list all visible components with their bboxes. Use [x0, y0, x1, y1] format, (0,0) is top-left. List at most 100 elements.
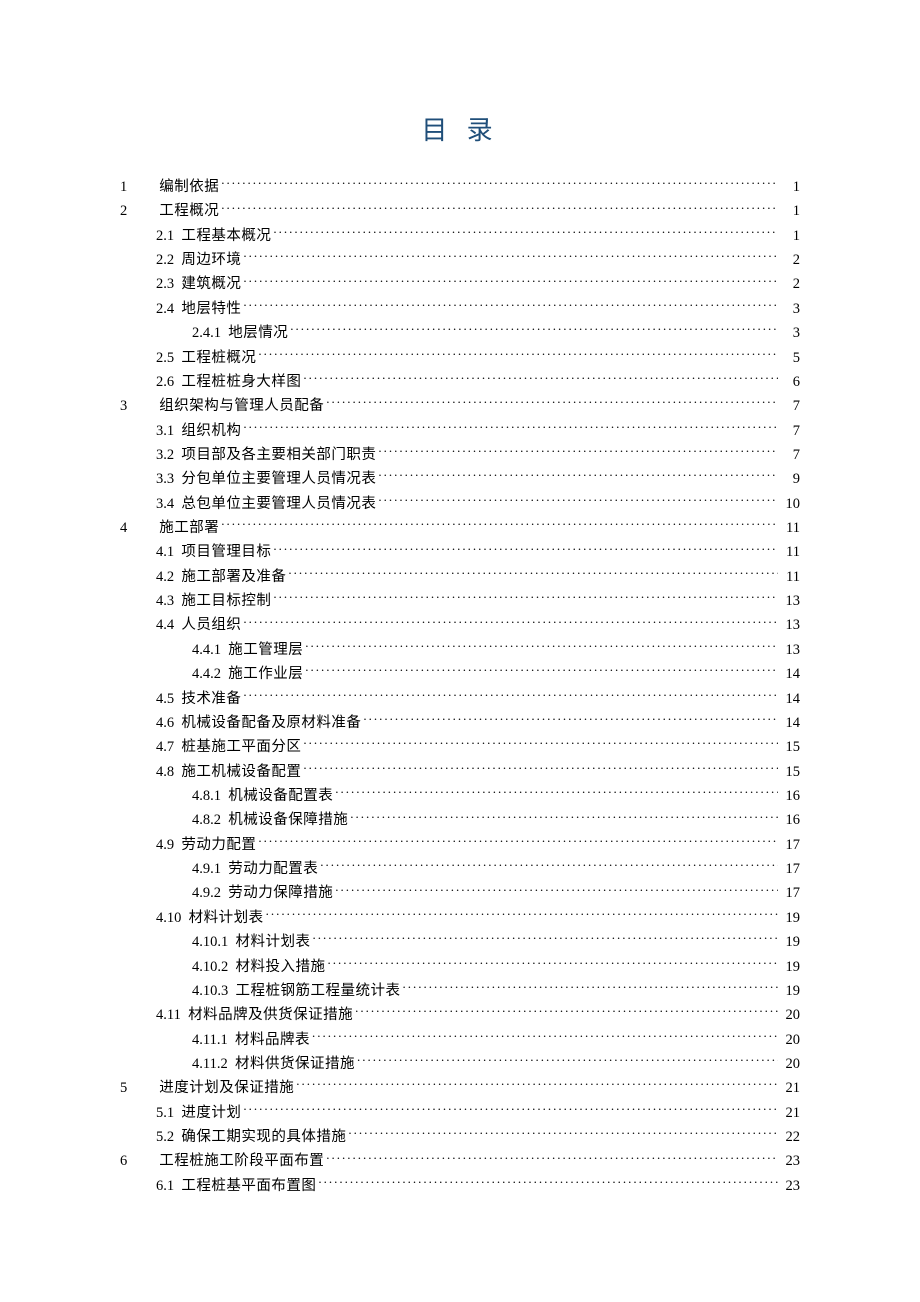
toc-leader-dots: [350, 810, 778, 825]
toc-leader-dots: [273, 591, 778, 606]
toc-entry-page: 14: [780, 711, 800, 735]
toc-entry[interactable]: 4.4 人员组织13: [120, 613, 800, 637]
toc-entry-page: 14: [780, 687, 800, 711]
toc-entry[interactable]: 4.8.1 机械设备配置表16: [120, 784, 800, 808]
toc-entry[interactable]: 2.4 地层特性3: [120, 297, 800, 321]
toc-entry-label: 施工目标控制: [181, 589, 271, 613]
toc-entry-label: 项目部及各主要相关部门职责: [181, 443, 376, 467]
toc-entry-label: 工程桩概况: [181, 346, 256, 370]
toc-entry-label: 材料品牌表: [235, 1028, 310, 1052]
toc-entry-page: 2: [780, 248, 800, 272]
toc-entry-page: 23: [780, 1174, 800, 1198]
toc-entry-number: 4.11: [156, 1003, 181, 1027]
toc-entry-number: 5.2: [156, 1125, 174, 1149]
toc-leader-dots: [290, 323, 778, 338]
toc-leader-dots: [318, 1175, 778, 1190]
toc-entry[interactable]: 3.1 组织机构7: [120, 419, 800, 443]
toc-entry-page: 13: [780, 613, 800, 637]
toc-entry-page: 15: [780, 735, 800, 759]
toc-entry[interactable]: 4.8 施工机械设备配置15: [120, 760, 800, 784]
toc-entry-label: 施工部署: [159, 516, 219, 540]
toc-list: 1 编制依据12 工程概况12.1 工程基本概况12.2 周边环境 22.3 建筑…: [120, 175, 800, 1198]
toc-entry-number: 2.1: [156, 224, 174, 248]
toc-entry[interactable]: 4.4.2 施工作业层14: [120, 662, 800, 686]
toc-entry-label: 工程概况: [159, 199, 219, 223]
toc-entry-page: 1: [780, 175, 800, 199]
toc-leader-dots: [258, 347, 778, 362]
toc-entry[interactable]: 2.4.1 地层情况3: [120, 321, 800, 345]
toc-entry[interactable]: 1 编制依据1: [120, 175, 800, 199]
toc-entry[interactable]: 3.4 总包单位主要管理人员情况表10: [120, 492, 800, 516]
toc-entry-number: 4.5: [156, 687, 174, 711]
toc-entry-label: 技术准备: [181, 687, 241, 711]
toc-entry[interactable]: 4.7 桩基施工平面分区15: [120, 735, 800, 759]
toc-entry[interactable]: 4.9.1 劳动力配置表17: [120, 857, 800, 881]
toc-entry-number: 2.6: [156, 370, 174, 394]
toc-entry-page: 17: [780, 857, 800, 881]
toc-entry[interactable]: 4.9.2 劳动力保障措施17: [120, 881, 800, 905]
toc-entry[interactable]: 4.10.3 工程桩钢筋工程量统计表19: [120, 979, 800, 1003]
toc-entry[interactable]: 3.3 分包单位主要管理人员情况表9: [120, 467, 800, 491]
toc-entry[interactable]: 2.2 周边环境 2: [120, 248, 800, 272]
toc-entry[interactable]: 4.2 施工部署及准备11: [120, 565, 800, 589]
toc-entry-number: 2.2: [156, 248, 174, 272]
toc-entry[interactable]: 2.1 工程基本概况1: [120, 224, 800, 248]
toc-entry[interactable]: 4.4.1 施工管理层13: [120, 638, 800, 662]
toc-entry-label: 进度计划: [181, 1101, 241, 1125]
toc-leader-dots: [335, 883, 778, 898]
toc-entry-label: 材料计划表: [189, 906, 264, 930]
toc-entry-page: 13: [780, 638, 800, 662]
toc-entry-label: 劳动力配置: [181, 833, 256, 857]
toc-entry[interactable]: 4.10 材料计划表19: [120, 906, 800, 930]
toc-leader-dots: [357, 1053, 778, 1068]
toc-entry-number: 4.4: [156, 613, 174, 637]
toc-entry[interactable]: 4.10.1 材料计划表19: [120, 930, 800, 954]
toc-entry[interactable]: 4 施工部署11: [120, 516, 800, 540]
toc-entry[interactable]: 6.1 工程桩基平面布置图23: [120, 1174, 800, 1198]
toc-entry[interactable]: 4.10.2 材料投入措施19: [120, 955, 800, 979]
toc-entry[interactable]: 2 工程概况1: [120, 199, 800, 223]
toc-entry[interactable]: 4.5 技术准备 14: [120, 687, 800, 711]
toc-leader-dots: [243, 250, 778, 265]
toc-entry-label: 确保工期实现的具体措施: [181, 1125, 346, 1149]
toc-entry[interactable]: 2.3 建筑概况2: [120, 272, 800, 296]
toc-entry[interactable]: 4.3 施工目标控制13: [120, 589, 800, 613]
toc-leader-dots: [273, 225, 778, 240]
toc-leader-dots: [305, 664, 778, 679]
toc-entry-page: 15: [780, 760, 800, 784]
toc-entry[interactable]: 4.11.2 材料供货保证措施20: [120, 1052, 800, 1076]
toc-entry-page: 17: [780, 881, 800, 905]
toc-entry[interactable]: 3 组织架构与管理人员配备7: [120, 394, 800, 418]
toc-entry[interactable]: 4.1 项目管理目标11: [120, 540, 800, 564]
toc-entry[interactable]: 4.6 机械设备配备及原材料准备14: [120, 711, 800, 735]
toc-entry-number: 4.11.2: [192, 1052, 228, 1076]
toc-entry-label: 劳动力配置表: [228, 857, 318, 881]
toc-entry[interactable]: 5.2 确保工期实现的具体措施22: [120, 1125, 800, 1149]
toc-entry-page: 11: [780, 540, 800, 564]
toc-leader-dots: [363, 712, 778, 727]
toc-entry[interactable]: 4.11 材料品牌及供货保证措施20: [120, 1003, 800, 1027]
toc-entry[interactable]: 2.6 工程桩桩身大样图6: [120, 370, 800, 394]
toc-entry[interactable]: 6 工程桩施工阶段平面布置23: [120, 1149, 800, 1173]
toc-entry-page: 7: [780, 443, 800, 467]
toc-entry[interactable]: 3.2 项目部及各主要相关部门职责 7: [120, 443, 800, 467]
toc-entry-label: 进度计划及保证措施: [159, 1076, 294, 1100]
toc-entry-number: 3.2: [156, 443, 174, 467]
toc-entry-page: 6: [780, 370, 800, 394]
toc-entry[interactable]: 2.5 工程桩概况5: [120, 346, 800, 370]
toc-entry[interactable]: 5.1 进度计划21: [120, 1101, 800, 1125]
toc-entry-page: 23: [780, 1149, 800, 1173]
toc-entry-page: 19: [780, 979, 800, 1003]
document-page: 目 录 1 编制依据12 工程概况12.1 工程基本概况12.2 周边环境22.…: [0, 0, 920, 1258]
toc-leader-dots: [243, 615, 778, 630]
toc-entry[interactable]: 4.9 劳动力配置17: [120, 833, 800, 857]
toc-entry-page: 20: [780, 1028, 800, 1052]
toc-entry-label: 组织架构与管理人员配备: [159, 394, 324, 418]
toc-entry[interactable]: 4.11.1 材料品牌表20: [120, 1028, 800, 1052]
toc-entry-label: 材料供货保证措施: [235, 1052, 355, 1076]
toc-entry[interactable]: 4.8.2 机械设备保障措施16: [120, 808, 800, 832]
toc-entry-label: 周边环境: [181, 248, 241, 272]
toc-entry[interactable]: 5 进度计划及保证措施21: [120, 1076, 800, 1100]
toc-entry-number: 6: [120, 1149, 152, 1173]
toc-leader-dots: [355, 1005, 778, 1020]
